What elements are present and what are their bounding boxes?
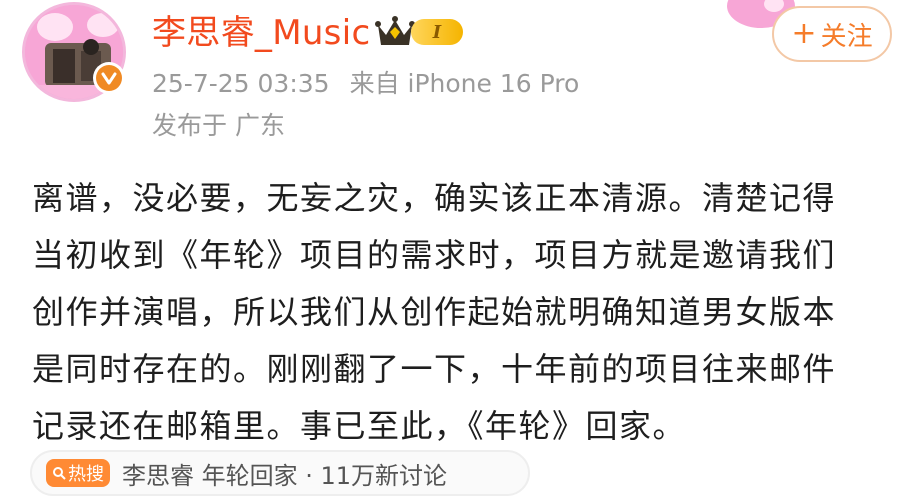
- hot-tag-label: 热搜: [68, 464, 104, 485]
- topic-text: 李思睿 年轮回家 · 11万新讨论: [122, 461, 448, 490]
- hot-search-tag: 热搜: [46, 459, 110, 487]
- follow-label: 关注: [820, 21, 873, 52]
- member-badge[interactable]: I: [375, 14, 463, 50]
- post-line: 是同时存在的。刚刚翻了一下，十年前的项目往来邮件: [32, 350, 837, 388]
- verified-badge-icon: [93, 62, 125, 94]
- username[interactable]: 李思睿_Music: [152, 12, 370, 54]
- post-body: 离谱，没必要，无妄之灾，确实该正本清源。清楚记得 当初收到《年轮》项目的需求时，…: [32, 170, 894, 455]
- plus-icon: +: [791, 16, 817, 51]
- post-location: 发布于 广东: [152, 111, 285, 140]
- crown-icon: [375, 16, 415, 45]
- post-line: 当初收到《年轮》项目的需求时，项目方就是邀请我们: [32, 236, 837, 274]
- post-source: 来自 iPhone 16 Pro: [349, 69, 580, 98]
- post-line: 记录还在邮箱里。事已至此，《年轮》回家。: [32, 407, 687, 445]
- hot-topic-link[interactable]: 热搜 李思睿 年轮回家 · 11万新讨论: [30, 450, 530, 496]
- search-icon: [53, 467, 66, 480]
- post-timestamp: 25-7-25 03:35: [152, 69, 330, 98]
- follow-button[interactable]: + 关注: [772, 6, 892, 62]
- level-indicator: I: [411, 19, 463, 45]
- post-meta: 25-7-25 03:35 来自 iPhone 16 Pro: [152, 66, 579, 102]
- post-line: 离谱，没必要，无妄之灾，确实该正本清源。清楚记得: [32, 179, 837, 217]
- post-line: 创作并演唱，所以我们从创作起始就明确知道男女版本: [32, 293, 837, 331]
